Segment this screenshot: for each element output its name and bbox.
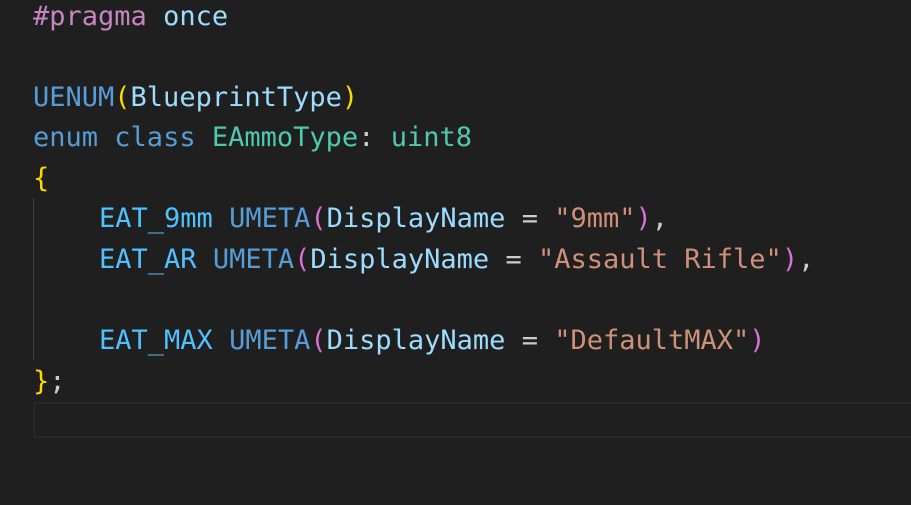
base-type: uint8: [390, 122, 472, 153]
string-literal: "9mm": [554, 203, 636, 234]
display-name-key: DisplayName: [326, 203, 506, 234]
code-editor[interactable]: #pragma once UENUM(BlueprintType) enum c…: [0, 0, 911, 505]
equals: =: [521, 203, 538, 234]
blueprint-type-arg: BlueprintType: [130, 82, 342, 113]
equals: =: [521, 325, 538, 356]
open-paren: (: [294, 244, 311, 275]
code-line-4[interactable]: enum class EAmmoType: uint8: [33, 118, 472, 158]
code-line-3[interactable]: UENUM(BlueprintType): [33, 78, 358, 118]
semicolon: ;: [49, 366, 66, 397]
class-keyword: class: [114, 122, 196, 153]
display-name-key: DisplayName: [310, 244, 490, 275]
code-line-9[interactable]: EAT_MAX UMETA(DisplayName = "DefaultMAX"…: [33, 321, 766, 361]
umeta-macro: UMETA: [229, 203, 311, 234]
string-literal: "DefaultMAX": [554, 325, 750, 356]
code-line-7[interactable]: EAT_AR UMETA(DisplayName = "Assault Rifl…: [33, 240, 814, 280]
string-literal: "Assault Rifle": [537, 244, 782, 275]
close-paren: ): [341, 82, 359, 113]
pragma-directive: #pragma: [33, 1, 147, 32]
umeta-macro: UMETA: [229, 325, 311, 356]
code-line-6[interactable]: EAT_9mm UMETA(DisplayName = "9mm"),: [33, 199, 668, 239]
umeta-macro: UMETA: [212, 244, 295, 275]
display-name-key: DisplayName: [326, 325, 506, 356]
enum-keyword: enum: [33, 122, 99, 153]
enumerator-ar: EAT_AR: [99, 244, 197, 275]
current-line-highlight: [33, 402, 911, 438]
open-paren: (: [114, 82, 131, 113]
open-paren: (: [310, 325, 327, 356]
open-brace: {: [33, 163, 50, 194]
comma: ,: [651, 203, 669, 234]
close-brace: }: [33, 366, 50, 397]
equals: =: [505, 244, 522, 275]
code-line-1[interactable]: #pragma once: [33, 0, 228, 37]
close-paren: ): [749, 325, 766, 356]
close-paren: ): [635, 203, 652, 234]
comma: ,: [798, 244, 815, 275]
uenum-macro: UENUM: [33, 82, 115, 113]
enum-name: EAmmoType: [211, 122, 359, 153]
code-line-5[interactable]: {: [33, 159, 49, 199]
pragma-arg: once: [163, 1, 229, 32]
open-paren: (: [310, 203, 327, 234]
code-line-10[interactable]: };: [33, 362, 66, 402]
colon: :: [358, 122, 375, 153]
close-paren: ): [781, 244, 799, 275]
enumerator-max: EAT_MAX: [99, 325, 213, 356]
enumerator-9mm: EAT_9mm: [99, 203, 213, 234]
